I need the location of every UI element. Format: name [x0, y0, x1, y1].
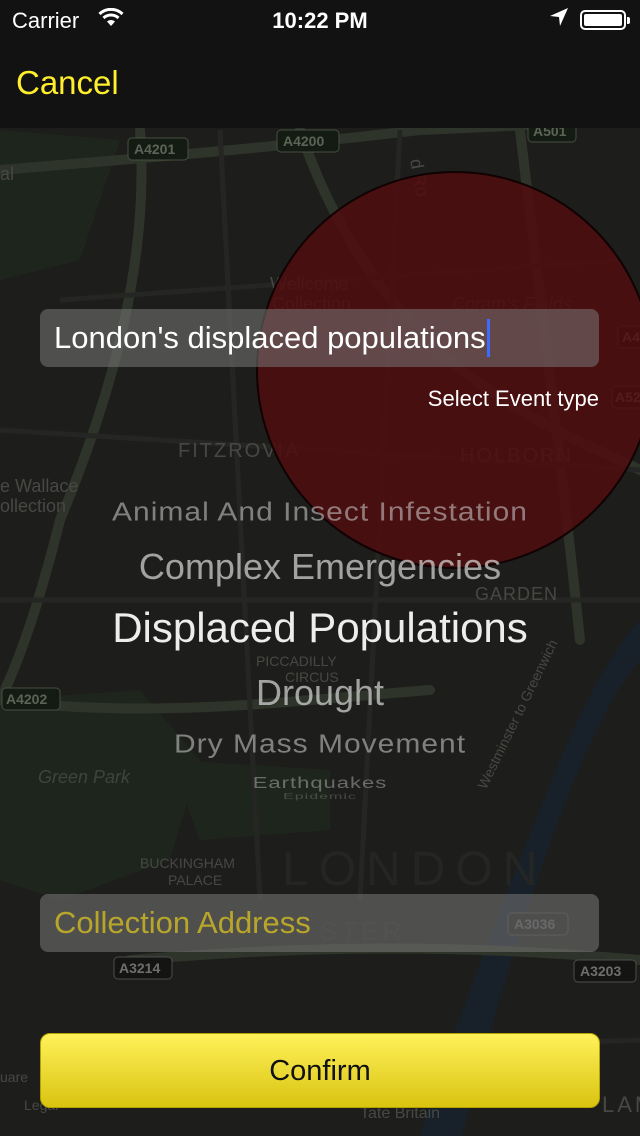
status-bar: Carrier 10:22 PM — [0, 0, 640, 40]
clock: 10:22 PM — [272, 8, 368, 33]
event-title-text: London's displaced populations — [54, 320, 486, 355]
picker-option[interactable]: Epidemic — [0, 793, 640, 802]
picker-option[interactable]: Animal And Insect Infestation — [0, 499, 640, 528]
picker-option[interactable]: Drought — [0, 672, 640, 714]
event-type-picker[interactable]: Animal And Insect Infestation Complex Em… — [0, 490, 640, 810]
picker-option-selected[interactable]: Displaced Populations — [0, 604, 640, 652]
battery-icon — [580, 10, 630, 30]
picker-option[interactable]: Dry Mass Movement — [0, 731, 640, 760]
collection-address-placeholder: Collection Address — [54, 905, 311, 940]
collection-address-input[interactable]: Collection Address — [40, 894, 599, 952]
cancel-button[interactable]: Cancel — [16, 64, 119, 102]
select-event-type-label: Select Event type — [427, 386, 599, 411]
navigation-bar: Cancel — [0, 40, 640, 128]
text-caret — [486, 319, 490, 357]
event-title-input[interactable]: London's displaced populations — [40, 309, 599, 367]
confirm-button[interactable]: Confirm — [40, 1033, 600, 1108]
picker-option[interactable]: Earthquakes — [0, 774, 640, 792]
location-arrow-icon — [548, 6, 570, 34]
picker-option[interactable]: Complex Emergencies — [0, 546, 640, 588]
